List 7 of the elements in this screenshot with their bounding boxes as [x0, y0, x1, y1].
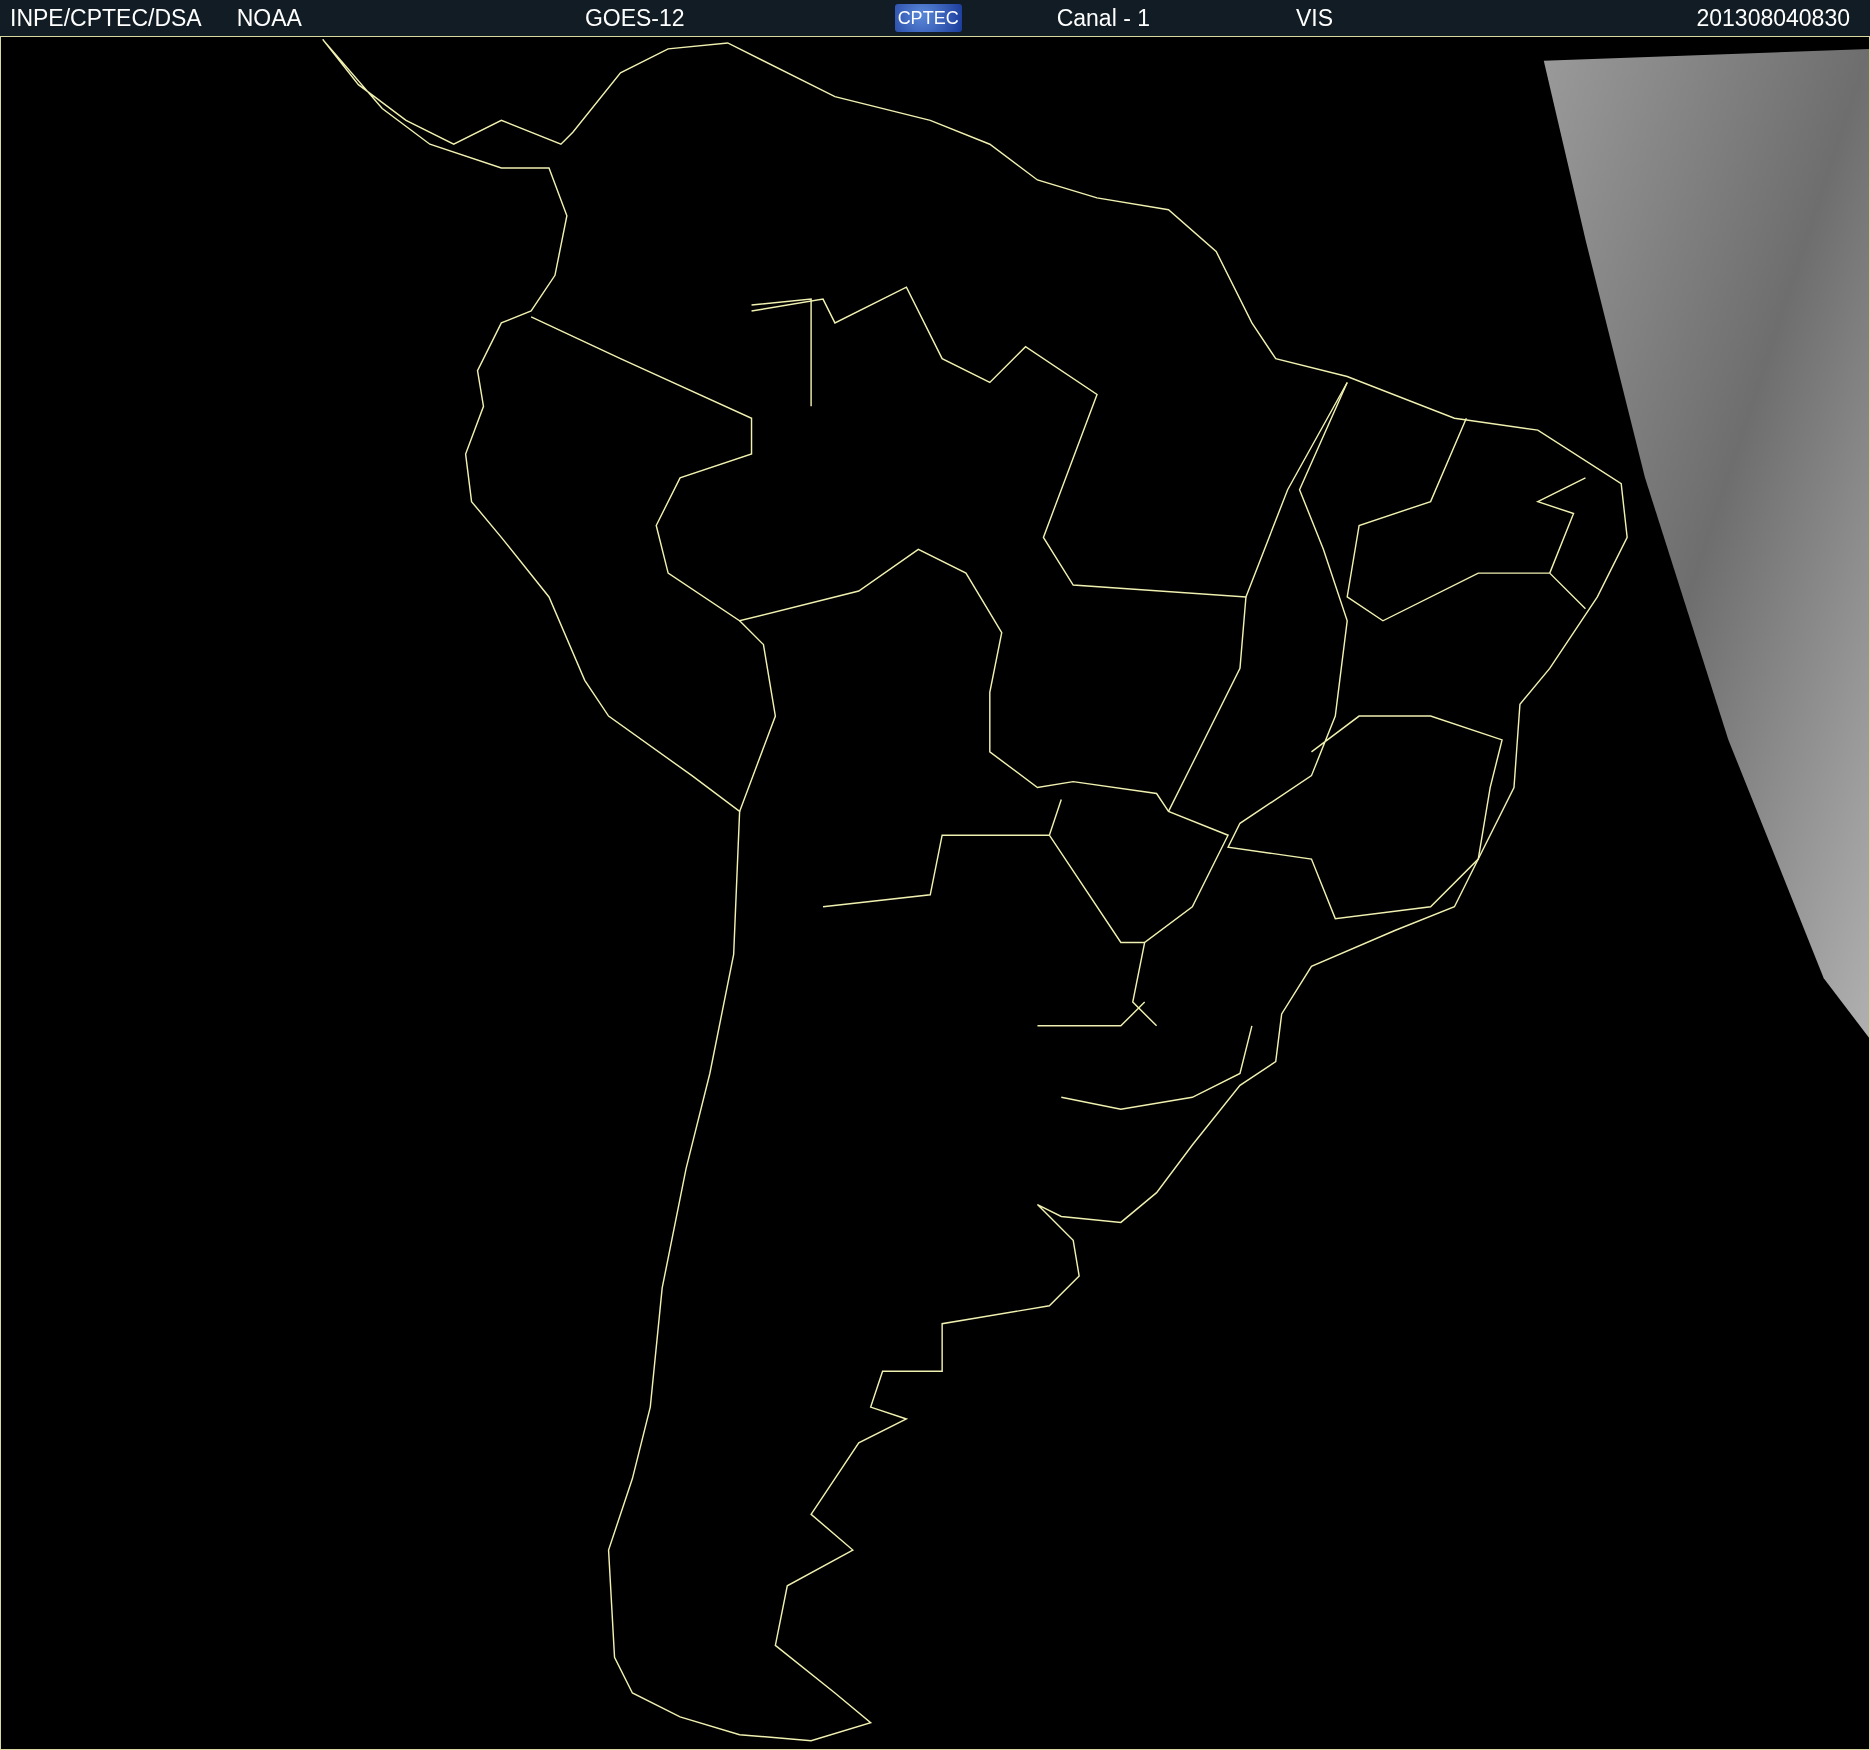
header-label: INPE/CPTEC/DSA	[10, 4, 202, 32]
header-label: VIS	[1295, 4, 1334, 32]
header-label: 201308040830	[1696, 4, 1850, 32]
logo: CPTEC	[894, 4, 962, 32]
header-label: Canal - 1	[1056, 4, 1150, 32]
header-label: NOAA	[236, 4, 302, 32]
header-label: GOES-12	[584, 4, 685, 32]
